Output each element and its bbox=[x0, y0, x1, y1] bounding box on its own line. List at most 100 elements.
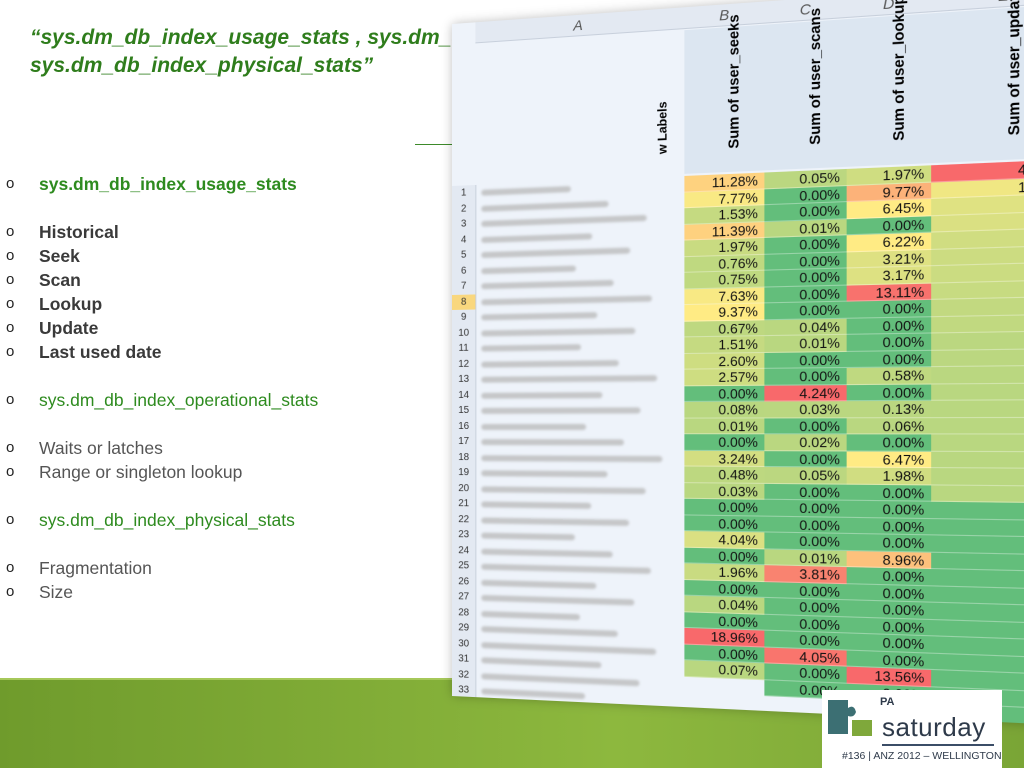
bullet-text: Seek bbox=[39, 246, 80, 266]
data-cell: 0.09% bbox=[931, 417, 1024, 435]
bullet-marker: o bbox=[6, 463, 15, 480]
field-header-label: Sum of user_lookups bbox=[888, 0, 907, 142]
bullet-text: Size bbox=[39, 582, 74, 602]
field-header-label: w Labels bbox=[655, 101, 670, 155]
puzzle-logo-icon bbox=[828, 700, 872, 736]
data-cell: 0.01% bbox=[931, 484, 1024, 504]
data-cell: 6.47% bbox=[846, 450, 932, 469]
spreadsheet-grid: ABCDEw LabelsSum of user_seeksSum of use… bbox=[452, 0, 1024, 726]
bullet-update: o Update bbox=[6, 316, 426, 340]
bullet-list: o sys.dm_db_index_usage_stats o Historical… bbox=[6, 172, 426, 604]
bullet-marker: o bbox=[6, 295, 15, 312]
data-cell: 0.00% bbox=[846, 533, 932, 553]
data-cell: 0.00% bbox=[764, 450, 847, 468]
field-header-label: Sum of user_scans bbox=[805, 7, 823, 146]
data-cell: 0.75% bbox=[684, 270, 765, 289]
row-number: 4 bbox=[460, 234, 467, 246]
data-cell: 0.01% bbox=[684, 417, 765, 435]
redacted-row-label bbox=[481, 465, 663, 482]
row-number: 24 bbox=[458, 544, 470, 556]
row-number: 28 bbox=[458, 606, 470, 619]
data-cell: 0.00% bbox=[684, 547, 765, 566]
data-cell: 0.00% bbox=[764, 483, 847, 501]
bullet-marker: o bbox=[6, 271, 15, 288]
data-cell: 0.00% bbox=[846, 299, 932, 319]
bullet-text: sys.dm_db_index_physical_stats bbox=[39, 510, 295, 530]
redacted-row-label bbox=[481, 402, 663, 418]
bullet-fragmentation: o Fragmentation bbox=[6, 556, 426, 580]
bullet-seek: o Seek bbox=[6, 244, 426, 268]
row-number: 1 bbox=[460, 187, 467, 199]
bullet-marker: o bbox=[6, 439, 15, 456]
bullet-range: o Range or singleton lookup bbox=[6, 460, 426, 484]
data-cell: 0.04% bbox=[931, 468, 1024, 487]
logo-event-subline: #136 | ANZ 2012 – WELLINGTON bbox=[842, 750, 1002, 762]
data-cell: 0.02% bbox=[764, 434, 847, 451]
row-number: 2 bbox=[460, 202, 467, 215]
logo-underline bbox=[882, 744, 994, 746]
data-cell: 0.12% bbox=[931, 400, 1024, 418]
data-cell: 0.07% bbox=[684, 660, 765, 680]
bullet-text: Lookup bbox=[39, 294, 103, 314]
row-number: 10 bbox=[458, 327, 470, 339]
data-cell: 0.06% bbox=[931, 451, 1024, 470]
redacted-row-label bbox=[481, 354, 663, 372]
row-number: 19 bbox=[458, 467, 470, 479]
bullet-text: Last used date bbox=[39, 342, 162, 362]
data-cell: 0.01% bbox=[764, 334, 847, 353]
field-header: Sum of user_scans bbox=[764, 8, 848, 171]
data-cell: 0.00% bbox=[764, 285, 847, 304]
data-cell: 2.60% bbox=[684, 352, 765, 370]
data-cell: 0.55% bbox=[931, 348, 1024, 368]
row-number: 26 bbox=[458, 575, 470, 587]
row-number: 14 bbox=[458, 389, 470, 401]
data-cell: 0.00% bbox=[846, 484, 932, 502]
field-header: Sum of user_seeks bbox=[684, 14, 766, 174]
bullet-last-used: o Last used date bbox=[6, 340, 426, 364]
row-number: 15 bbox=[458, 404, 470, 416]
redacted-row-label bbox=[481, 386, 663, 403]
data-cell: 0.00% bbox=[764, 417, 847, 435]
row-number: 13 bbox=[458, 373, 470, 385]
row-number: 11 bbox=[458, 342, 469, 354]
row-number: 32 bbox=[458, 668, 470, 681]
data-cell: 0.04% bbox=[764, 318, 847, 337]
data-cell: 0.00% bbox=[846, 350, 932, 369]
field-header-label: Sum of user_updates bbox=[1003, 0, 1023, 136]
data-cell: 13.11% bbox=[846, 283, 932, 302]
redacted-row-label bbox=[481, 434, 663, 450]
data-cell: 0.00% bbox=[846, 434, 932, 452]
row-number: 7 bbox=[460, 280, 467, 292]
data-cell: 0.00% bbox=[764, 351, 847, 369]
data-cell: 3.24% bbox=[684, 450, 765, 468]
row-number: 22 bbox=[458, 513, 470, 525]
data-cell: 0.00% bbox=[764, 532, 847, 551]
bullet-physical-stats: o sys.dm_db_index_physical_stats bbox=[6, 508, 426, 532]
field-header: w Labels bbox=[626, 30, 686, 177]
row-number: 17 bbox=[458, 436, 470, 448]
data-cell: 0.00% bbox=[846, 500, 932, 519]
bullet-marker: o bbox=[6, 511, 15, 528]
bullet-text: Range or singleton lookup bbox=[39, 462, 243, 482]
logo-mark-letters: PA bbox=[880, 696, 895, 708]
data-cell: 0.08% bbox=[684, 401, 765, 419]
bullet-marker: o bbox=[6, 343, 15, 360]
row-number: 18 bbox=[458, 451, 470, 463]
row-number: 20 bbox=[458, 482, 470, 494]
data-cell: 0.20% bbox=[931, 365, 1024, 384]
bullet-text: Fragmentation bbox=[39, 558, 152, 578]
data-cell: 4.89% bbox=[931, 262, 1024, 284]
data-cell: 3.64% bbox=[931, 279, 1024, 300]
bullet-marker: o bbox=[6, 247, 15, 264]
bullet-operational-stats: o sys.dm_db_index_operational_stats bbox=[6, 388, 426, 412]
data-cell: 0.00% bbox=[846, 517, 932, 536]
data-cell: 0.00% bbox=[764, 301, 847, 320]
data-cell: 2.57% bbox=[684, 368, 765, 386]
data-cell: 0.00% bbox=[684, 514, 765, 533]
row-number: 30 bbox=[458, 637, 470, 650]
bullet-marker: o bbox=[6, 559, 15, 576]
row-number: 9 bbox=[460, 311, 467, 323]
data-cell: 0.03% bbox=[684, 482, 765, 500]
bullet-text: sys.dm_db_index_operational_stats bbox=[39, 390, 319, 410]
redacted-row-label bbox=[481, 370, 663, 387]
